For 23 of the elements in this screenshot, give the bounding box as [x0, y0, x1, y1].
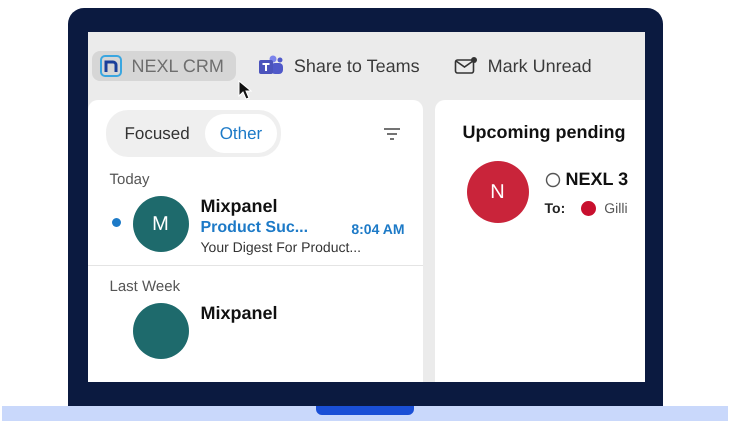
toolbar-button[interactable]: NEXL CRM: [92, 51, 236, 81]
circle-icon[interactable]: [544, 172, 560, 188]
pane-title: Upcoming pending: [462, 122, 626, 143]
group-heading: Today: [108, 171, 151, 188]
toolbar-button[interactable]: Mark Unread: [446, 51, 604, 81]
teams-icon: [258, 55, 284, 77]
message-subject: Product Suc...: [200, 219, 308, 237]
recipient-name: Gilli: [604, 200, 628, 216]
tab[interactable]: Focused: [110, 114, 205, 153]
message-preview: Your Digest For Product...: [200, 239, 362, 255]
filter-icon[interactable]: [382, 126, 400, 140]
avatar: N: [466, 161, 528, 223]
sender-name: Mixpanel: [200, 303, 279, 324]
sender-name: Mixpanel: [200, 196, 279, 217]
to-label: To:: [544, 200, 566, 216]
envelope-icon: [454, 56, 478, 76]
tab[interactable]: Other: [204, 114, 278, 153]
group-heading: Last Week: [108, 278, 182, 295]
toolbar-button[interactable]: Share to Teams: [250, 51, 432, 81]
logo-icon: [100, 55, 122, 77]
avatar: M: [132, 196, 188, 252]
message-time: 8:04 AM: [351, 221, 404, 237]
email-subject: NEXL 3: [566, 169, 628, 190]
